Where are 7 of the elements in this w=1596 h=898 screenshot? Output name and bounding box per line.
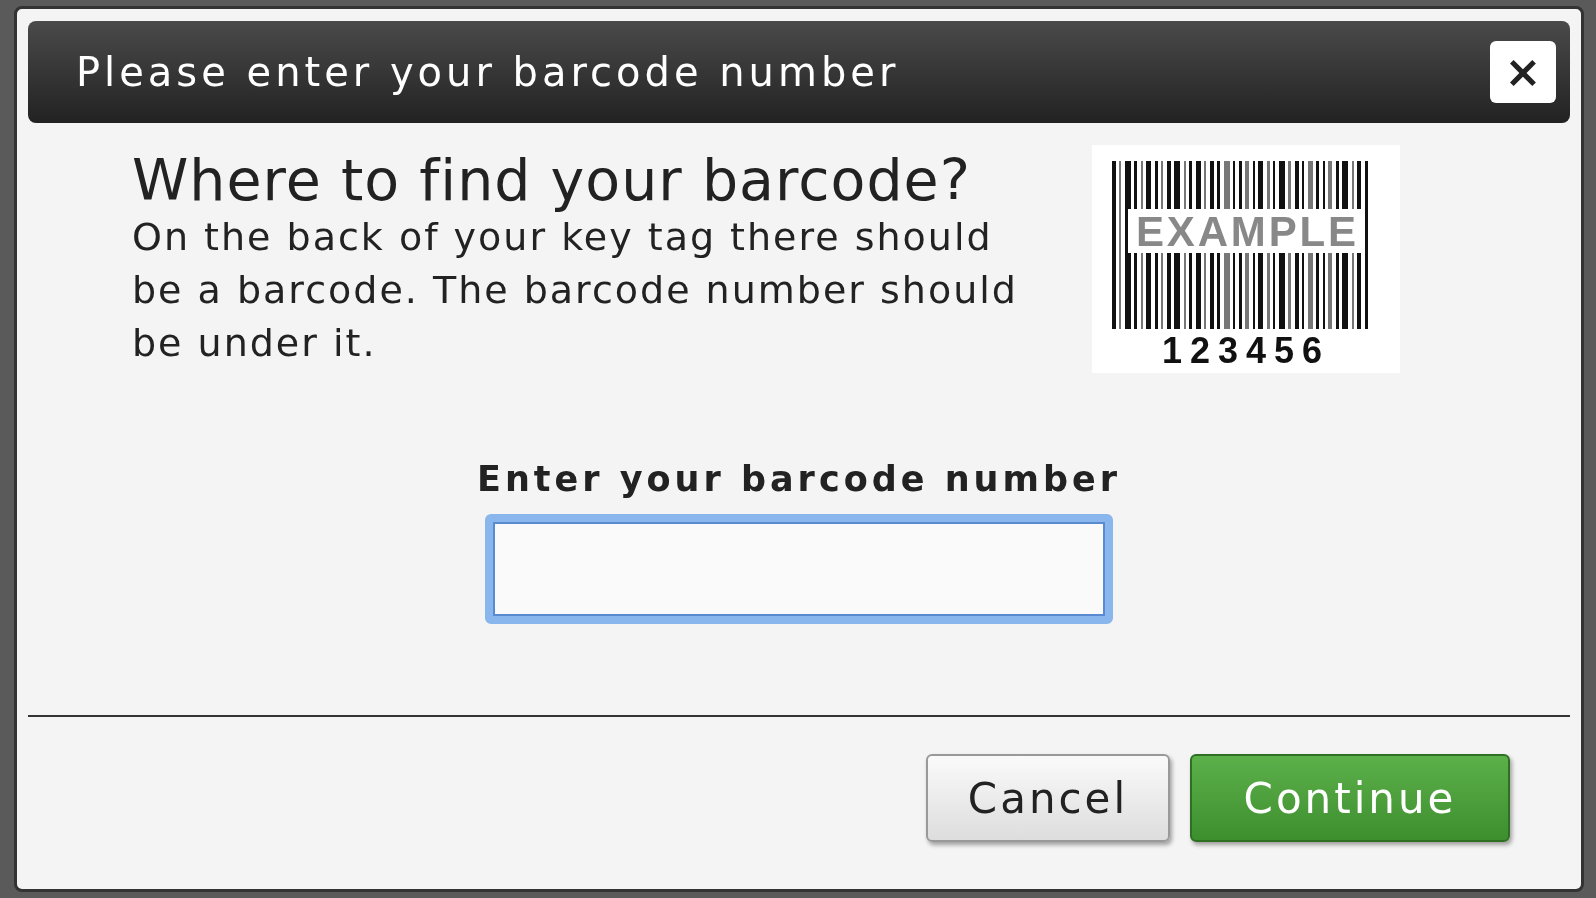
barcode-input[interactable] bbox=[485, 513, 1113, 624]
close-button[interactable]: × bbox=[1490, 41, 1556, 103]
cancel-button[interactable]: Cancel bbox=[926, 754, 1170, 842]
help-heading: Where to find your barcode? bbox=[132, 151, 972, 211]
help-text: On the back of your key tag there should be a barcode. The barcode number should be under it. bbox=[132, 213, 1019, 367]
field-label: Enter your barcode number bbox=[477, 458, 1121, 501]
dialog-title: Please enter your barcode number bbox=[76, 48, 900, 97]
